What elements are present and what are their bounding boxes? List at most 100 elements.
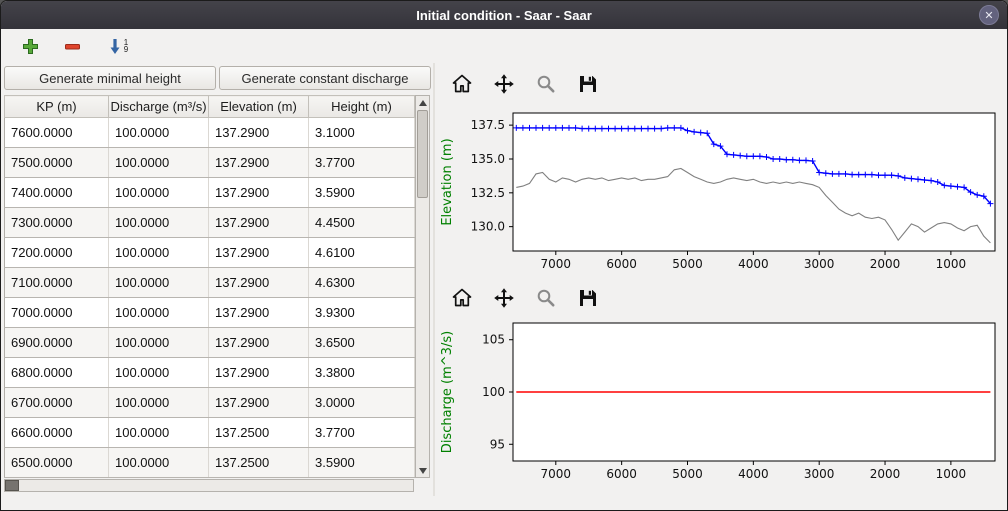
vertical-scrollbar-thumb[interactable] — [417, 110, 428, 198]
table-row[interactable]: 7600.0000100.0000137.29003.1000 — [5, 118, 415, 148]
add-row-button[interactable] — [17, 33, 43, 59]
table-cell[interactable]: 7500.0000 — [5, 148, 109, 178]
column-header[interactable]: Elevation (m) — [209, 96, 309, 118]
generate-constant-discharge-button[interactable]: Generate constant discharge — [219, 66, 431, 90]
table-cell[interactable]: 100.0000 — [109, 418, 209, 448]
column-header[interactable]: Discharge (m³/s) — [109, 96, 209, 118]
table-cell[interactable]: 137.2500 — [209, 448, 309, 478]
table-row[interactable]: 6600.0000100.0000137.25003.7700 — [5, 418, 415, 448]
table-cell[interactable]: 137.2900 — [209, 268, 309, 298]
x-tick-label: 7000 — [541, 257, 572, 271]
table-cell[interactable]: 3.0000 — [309, 388, 415, 418]
table-cell[interactable]: 100.0000 — [109, 268, 209, 298]
table-row[interactable]: 7500.0000100.0000137.29003.7700 — [5, 148, 415, 178]
table-cell[interactable]: 100.0000 — [109, 238, 209, 268]
table-row[interactable]: 7000.0000100.0000137.29003.9300 — [5, 298, 415, 328]
generate-minimal-height-button[interactable]: Generate minimal height — [4, 66, 216, 90]
down-arrow-icon — [419, 468, 427, 474]
table-cell[interactable]: 4.4500 — [309, 208, 415, 238]
table-cell[interactable]: 137.2900 — [209, 358, 309, 388]
close-button[interactable]: ✕ — [979, 5, 999, 25]
table-row[interactable]: 6800.0000100.0000137.29003.3800 — [5, 358, 415, 388]
table-row[interactable]: 7100.0000100.0000137.29004.6300 — [5, 268, 415, 298]
table-cell[interactable]: 6800.0000 — [5, 358, 109, 388]
table-cell[interactable]: 137.2900 — [209, 118, 309, 148]
elevation-save-button[interactable] — [573, 69, 603, 99]
table-cell[interactable]: 6500.0000 — [5, 448, 109, 478]
table-cell[interactable]: 7200.0000 — [5, 238, 109, 268]
table-cell[interactable]: 7000.0000 — [5, 298, 109, 328]
table-cell[interactable]: 137.2900 — [209, 388, 309, 418]
table-cell[interactable]: 100.0000 — [109, 208, 209, 238]
table-cell[interactable]: 7300.0000 — [5, 208, 109, 238]
sort-rows-button[interactable]: 1 9 — [101, 33, 135, 59]
table-cell[interactable]: 3.7700 — [309, 418, 415, 448]
table-cell[interactable]: 137.2900 — [209, 208, 309, 238]
table-cell[interactable]: 100.0000 — [109, 448, 209, 478]
table-cell[interactable]: 137.2900 — [209, 238, 309, 268]
horizontal-scrollbar-thumb[interactable] — [5, 480, 19, 491]
table-cell[interactable]: 137.2900 — [209, 148, 309, 178]
scroll-up-button[interactable] — [416, 96, 429, 109]
table-cell[interactable]: 6900.0000 — [5, 328, 109, 358]
table-cell[interactable]: 7400.0000 — [5, 178, 109, 208]
table-cell[interactable]: 100.0000 — [109, 178, 209, 208]
discharge-zoom-button[interactable] — [531, 283, 561, 313]
table-cell[interactable]: 7600.0000 — [5, 118, 109, 148]
remove-row-button[interactable] — [59, 33, 85, 59]
table-row[interactable]: 7200.0000100.0000137.29004.6100 — [5, 238, 415, 268]
table-row[interactable]: 6700.0000100.0000137.29003.0000 — [5, 388, 415, 418]
table-cell[interactable]: 3.3800 — [309, 358, 415, 388]
y-tick-label: 105 — [482, 333, 505, 347]
elevation-zoom-button[interactable] — [531, 69, 561, 99]
table-row[interactable]: 6500.0000100.0000137.25003.5900 — [5, 448, 415, 478]
table-row[interactable]: 7300.0000100.0000137.29004.4500 — [5, 208, 415, 238]
x-tick-label: 7000 — [541, 467, 572, 481]
plus-icon — [22, 38, 39, 55]
table-row[interactable]: 7400.0000100.0000137.29003.5900 — [5, 178, 415, 208]
table-cell[interactable]: 100.0000 — [109, 298, 209, 328]
table-cell[interactable]: 3.9300 — [309, 298, 415, 328]
table-cell[interactable]: 100.0000 — [109, 118, 209, 148]
table-cell[interactable]: 137.2500 — [209, 418, 309, 448]
sort-digit-bottom: 9 — [124, 46, 128, 53]
table-cell[interactable]: 100.0000 — [109, 148, 209, 178]
table-body: 7600.0000100.0000137.29003.10007500.0000… — [5, 118, 415, 478]
column-header[interactable]: Height (m) — [309, 96, 415, 118]
table-cell[interactable]: 3.6500 — [309, 328, 415, 358]
table-cell[interactable]: 100.0000 — [109, 358, 209, 388]
table-cell[interactable]: 137.2900 — [209, 328, 309, 358]
horizontal-scrollbar[interactable] — [4, 479, 414, 492]
table-cell[interactable]: 137.2900 — [209, 298, 309, 328]
table-cell[interactable]: 3.1000 — [309, 118, 415, 148]
elevation-plot[interactable]: 7000600050004000300020001000130.0132.513… — [435, 103, 1007, 279]
scroll-down-button[interactable] — [416, 464, 429, 477]
titlebar[interactable]: Initial condition - Saar - Saar ✕ — [1, 1, 1007, 29]
table-row[interactable]: 6900.0000100.0000137.29003.6500 — [5, 328, 415, 358]
discharge-plot[interactable]: 700060005000400030002000100095100105Disc… — [435, 317, 1007, 495]
discharge-save-button[interactable] — [573, 283, 603, 313]
table-cell[interactable]: 3.7700 — [309, 148, 415, 178]
table-cell[interactable]: 137.2900 — [209, 178, 309, 208]
table-cell[interactable]: 4.6300 — [309, 268, 415, 298]
table-cell[interactable]: 6600.0000 — [5, 418, 109, 448]
table-cell[interactable]: 100.0000 — [109, 328, 209, 358]
table-cell[interactable]: 6700.0000 — [5, 388, 109, 418]
column-header[interactable]: KP (m) — [5, 96, 109, 118]
table-cell[interactable]: 3.5900 — [309, 448, 415, 478]
x-tick-label: 2000 — [870, 257, 901, 271]
table-cell[interactable]: 4.6100 — [309, 238, 415, 268]
table-cell[interactable]: 100.0000 — [109, 388, 209, 418]
discharge-home-button[interactable] — [447, 283, 477, 313]
elevation-pan-button[interactable] — [489, 69, 519, 99]
y-tick-label: 95 — [490, 437, 505, 451]
elevation-home-button[interactable] — [447, 69, 477, 99]
window-title: Initial condition - Saar - Saar — [416, 8, 592, 23]
up-arrow-icon — [419, 100, 427, 106]
discharge-pan-button[interactable] — [489, 283, 519, 313]
y-tick-label: 132.5 — [471, 186, 505, 200]
table-cell[interactable]: 7100.0000 — [5, 268, 109, 298]
table-cell[interactable]: 3.5900 — [309, 178, 415, 208]
window: Initial condition - Saar - Saar ✕ 1 9 — [0, 0, 1008, 511]
vertical-scrollbar[interactable] — [415, 95, 430, 478]
